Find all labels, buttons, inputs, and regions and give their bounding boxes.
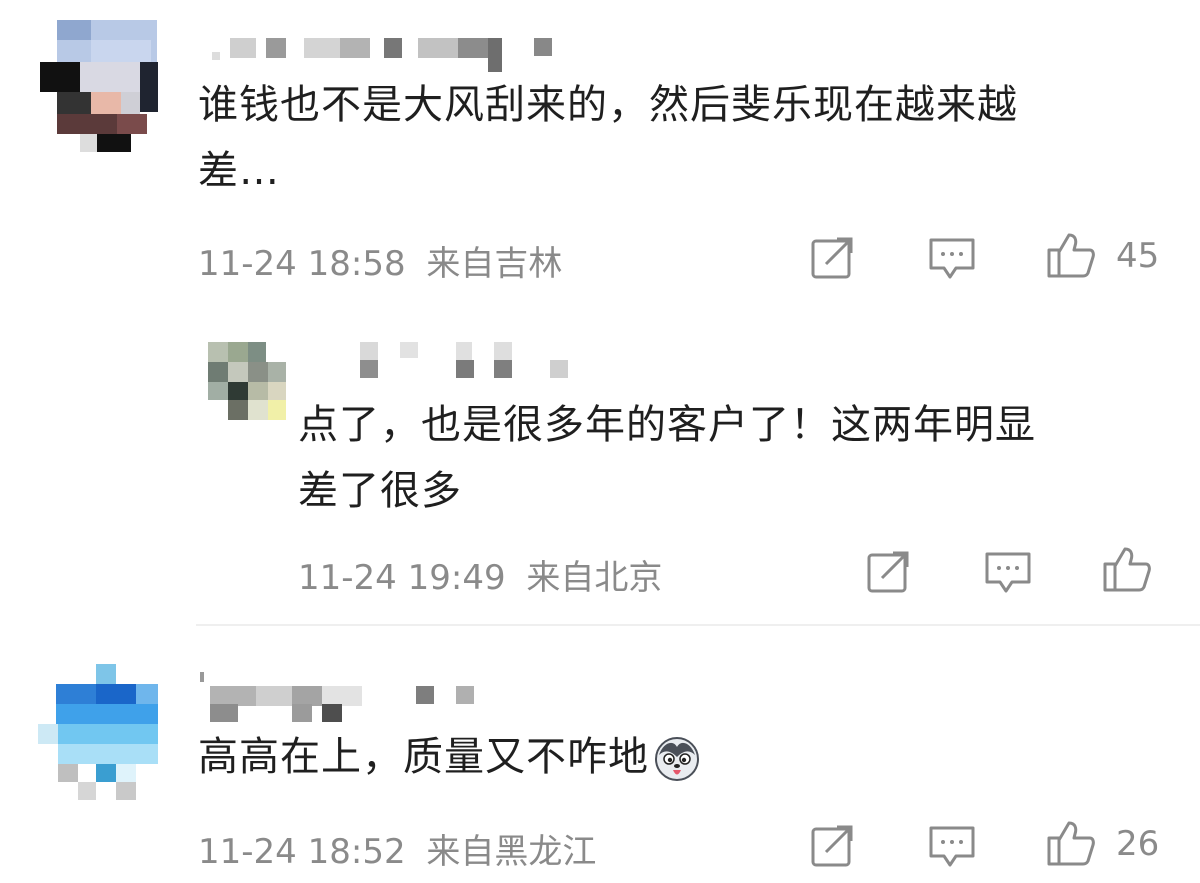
comment-icon[interactable] [928, 824, 976, 870]
husky-emoji-icon [655, 737, 699, 781]
comment-location: 来自黑龙江 [426, 832, 597, 872]
comment-text-line: 谁钱也不是大风刮来的，然后斐乐现在越来越 [198, 82, 1018, 128]
comment-text: 点了，也是很多年的客户了！这两年明显 差了很多 [298, 392, 1158, 524]
comment-time: 11-24 19:49 [298, 558, 506, 598]
comment-meta: 11-24 18:52 来自黑龙江 [198, 824, 596, 873]
comment-text-line: 差了很多 [298, 468, 462, 514]
like-icon[interactable] [1046, 230, 1096, 280]
comment-location: 来自北京 [526, 558, 663, 598]
share-icon[interactable] [866, 548, 912, 594]
share-icon[interactable] [810, 822, 856, 868]
comment-text: 谁钱也不是大风刮来的，然后斐乐现在越来越 差… [198, 72, 1158, 204]
username-blurred[interactable] [200, 668, 480, 724]
share-icon[interactable] [810, 234, 856, 280]
comment-time: 11-24 18:52 [198, 832, 406, 872]
comment-time: 11-24 18:58 [198, 244, 406, 284]
divider [196, 624, 1200, 626]
comment-meta: 11-24 18:58 来自吉林 [198, 236, 562, 285]
comment-text-line: 差… [198, 148, 280, 194]
like-count: 26 [1116, 824, 1160, 864]
like-icon[interactable] [1102, 544, 1152, 594]
comment-icon[interactable] [928, 236, 976, 282]
comment-location: 来自吉林 [426, 244, 563, 284]
like-icon[interactable] [1046, 818, 1096, 868]
avatar[interactable] [40, 20, 158, 152]
comment-icon[interactable] [984, 550, 1032, 596]
comment-text-line: 点了，也是很多年的客户了！这两年明显 [298, 402, 1036, 448]
avatar[interactable] [38, 664, 158, 800]
comment-text-line: 高高在上，质量又不咋地 [198, 734, 649, 780]
avatar[interactable] [208, 342, 286, 420]
username-blurred[interactable] [212, 32, 552, 72]
username-blurred[interactable] [360, 340, 570, 380]
like-count: 45 [1116, 236, 1160, 276]
comment-meta: 11-24 19:49 来自北京 [298, 550, 662, 599]
comment-text: 高高在上，质量又不咋地 [198, 724, 1158, 790]
